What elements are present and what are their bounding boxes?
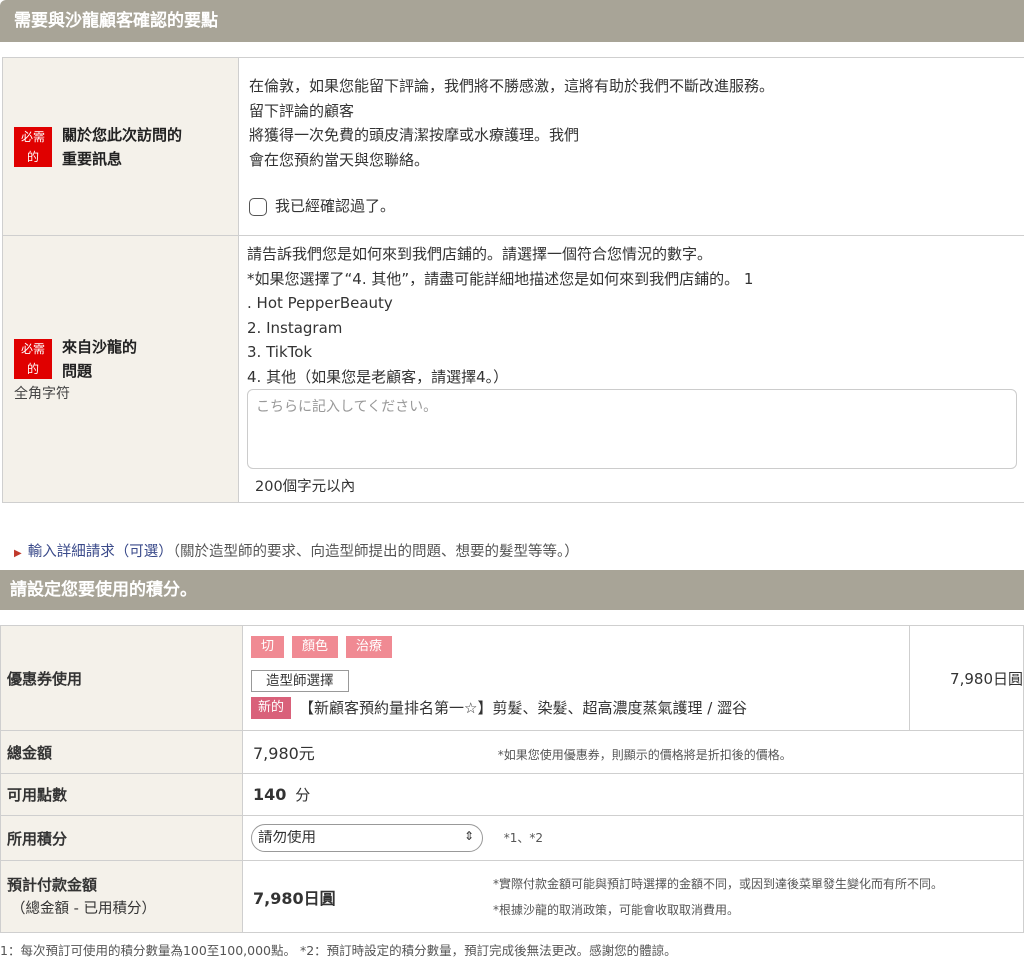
available-points-label: 可用點數 xyxy=(0,773,243,816)
question-line: 請告訴我們您是如何來到我們店鋪的。請選擇一個符合您情況的數字。 xyxy=(247,245,713,263)
confirmation-table: 必需的 關於您此次訪問的 重要訊息 在倫敦，如果您能留下評論，我們將不勝感激，這… xyxy=(2,57,1024,503)
info-line: 會在您預約當天與您聯絡。 xyxy=(249,150,430,169)
used-points-row: 所用積分 請勿使用 ⇕ *1、*2 xyxy=(0,815,1024,861)
total-content: 7,980元 *如果您使用優惠券，則顯示的價格將是折扣後的價格。 xyxy=(242,730,1024,774)
used-points-select[interactable]: 請勿使用 xyxy=(251,824,483,852)
question-line: 3. TikTok xyxy=(247,343,313,361)
coupon-name: 【新顧客預約量排名第一☆】剪髮、染髮、超高濃度蒸氣護理 / 澀谷 xyxy=(299,698,748,717)
section-header-confirmation: 需要與沙龍顧客確認的要點 xyxy=(0,0,1024,42)
estimated-note-2: *根據沙龍的取消政策，可能會收取取消費用。 xyxy=(493,902,740,917)
estimated-payment-sublabel: （總金額 - 已用積分） xyxy=(11,900,156,917)
total-row: 總金額 7,980元 *如果您使用優惠券，則顯示的價格將是折扣後的價格。 xyxy=(0,730,1024,774)
info-line: 留下評論的顧客 xyxy=(249,101,355,120)
tag-color: 顏色 xyxy=(292,635,339,658)
info-line: 在倫敦，如果您能留下評論，我們將不勝感激，這將有助於我們不斷改進服務。 xyxy=(249,77,775,96)
important-info-content: 在倫敦，如果您能留下評論，我們將不勝感激，這將有助於我們不斷改進服務。 留下評論… xyxy=(238,57,1024,236)
used-points-note: *1、*2 xyxy=(503,831,544,845)
total-note: *如果您使用優惠券，則顯示的價格將是折扣後的價格。 xyxy=(497,748,792,762)
important-info-label-line1: 關於您此次訪問的 xyxy=(62,125,183,144)
salon-question-content: 請告訴我們您是如何來到我們店鋪的。請選擇一個符合您情況的數字。 *如果您選擇了“… xyxy=(238,235,1024,503)
salon-question-input[interactable] xyxy=(247,389,1017,469)
question-line: . Hot PepperBeauty xyxy=(247,294,393,312)
tag-treatment: 治療 xyxy=(346,635,393,658)
salon-question-row: 必需的 來自沙龍的 問題 全角字符 請告訴我們您是如何來到我們店鋪的。請選擇一個… xyxy=(2,235,1024,503)
used-points-label: 所用積分 xyxy=(0,815,243,861)
estimated-payment-label-cell: 預計付款金額 （總金額 - 已用積分） xyxy=(0,860,243,933)
salon-question-label-line1: 來自沙龍的 xyxy=(62,338,138,356)
coupon-price: 7,980日圓 xyxy=(909,625,1024,731)
fullwidth-note: 全角字符 xyxy=(14,386,70,402)
triangle-right-icon: ▶ xyxy=(14,548,22,559)
coupon-content: 切顏色 治療 造型師選擇 新的 【新顧客預約量排名第一☆】剪髮、染髮、超高濃度蒸氣… xyxy=(242,625,910,731)
available-points-value: 140 xyxy=(253,785,287,804)
estimated-payment-value: 7,980日圓 xyxy=(253,888,336,908)
total-label: 總金額 xyxy=(0,730,243,774)
points-table: 優惠券使用 切顏色 治療 造型師選擇 新的 【新顧客預約量排名第一☆】剪髮、染髮、… xyxy=(0,625,1024,933)
salon-question-label-line2: 問題 xyxy=(62,362,93,380)
estimated-note-1: *實際付款金額可能與預訂時選擇的金額不同，或因到達後菜單發生變化而有所不同。 xyxy=(493,876,944,891)
char-limit: 200個字元以內 xyxy=(255,479,356,495)
question-line: 2. Instagram xyxy=(247,318,343,337)
question-line: *如果您選擇了“4. 其他”，請盡可能詳細地描述您是如何來到我們店鋪的。 1 xyxy=(247,269,754,288)
detail-request-desc: （關於造型師的要求、向造型師提出的問題、想要的髮型等等。） xyxy=(172,544,579,560)
used-points-content: 請勿使用 ⇕ *1、*2 xyxy=(242,815,1024,861)
new-badge: 新的 xyxy=(251,697,292,719)
stylist-select-tag: 造型師選擇 xyxy=(251,669,349,692)
info-line: 將獲得一次免費的頭皮清潔按摩或水療護理。我們 xyxy=(249,126,580,145)
estimated-payment-row: 預計付款金額 （總金額 - 已用積分） 7,980日圓 *實際付款金額可能與預訂… xyxy=(0,860,1024,933)
tag-cut: 切 xyxy=(251,635,285,658)
detail-request-link[interactable]: 輸入詳細請求（可選） xyxy=(28,544,173,560)
coupon-label: 優惠券使用 xyxy=(0,625,243,731)
salon-question-label-cell: 必需的 來自沙龍的 問題 全角字符 xyxy=(2,235,239,503)
footer-note: 1：每次預訂可使用的積分數量為100至100,000點。 *2：預訂時設定的積分… xyxy=(0,943,677,958)
estimated-payment-label: 預計付款金額 xyxy=(7,875,98,894)
important-info-row: 必需的 關於您此次訪問的 重要訊息 在倫敦，如果您能留下評論，我們將不勝感激，這… xyxy=(2,57,1024,236)
available-points-content: 140 分 xyxy=(242,773,1024,816)
total-value: 7,980元 xyxy=(253,744,315,763)
important-info-label-cell: 必需的 關於您此次訪問的 重要訊息 xyxy=(2,57,239,236)
confirm-checkbox-row[interactable]: 我已經確認過了。 xyxy=(249,194,1015,219)
important-info-label-line2: 重要訊息 xyxy=(62,149,123,168)
question-line: 4. 其他（如果您是老顧客，請選擇4。） xyxy=(247,367,509,386)
required-badge: 必需的 xyxy=(14,339,52,379)
confirm-checkbox-label[interactable]: 我已經確認過了。 xyxy=(275,194,395,219)
available-points-row: 可用點數 140 分 xyxy=(0,773,1024,816)
detail-request-toggle[interactable]: ▶ 輸入詳細請求（可選）（關於造型師的要求、向造型師提出的問題、想要的髮型等等。） xyxy=(14,540,579,561)
used-points-select-wrap[interactable]: 請勿使用 ⇕ xyxy=(251,824,483,852)
section-header-points: 請設定您要使用的積分。 xyxy=(0,570,1024,610)
confirm-checkbox[interactable] xyxy=(249,197,267,216)
coupon-row: 優惠券使用 切顏色 治療 造型師選擇 新的 【新顧客預約量排名第一☆】剪髮、染髮、… xyxy=(0,625,1024,731)
available-points-unit: 分 xyxy=(295,786,311,804)
estimated-payment-content: 7,980日圓 *實際付款金額可能與預訂時選擇的金額不同，或因到達後菜單發生變化… xyxy=(242,860,1024,933)
required-badge: 必需的 xyxy=(14,126,52,167)
